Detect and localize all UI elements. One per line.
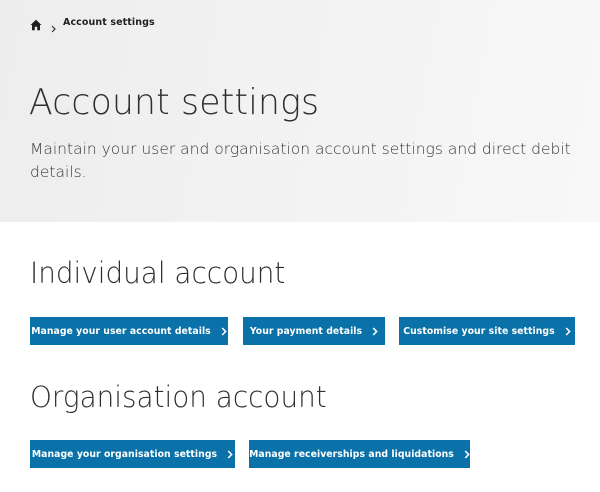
page-description: Maintain your user and organisation acco… <box>30 140 571 181</box>
button-label: Manage your user account details <box>31 325 211 337</box>
breadcrumb-current: Account settings <box>63 16 155 28</box>
chevron-right-icon <box>221 326 227 336</box>
home-icon[interactable] <box>30 16 42 31</box>
chevron-right-icon <box>464 449 470 459</box>
button-label: Manage receiverships and liquidations <box>249 448 454 460</box>
manage-receiverships-button[interactable]: Manage receiverships and liquidations <box>249 440 470 468</box>
button-label: Manage your organisation settings <box>31 448 218 460</box>
chevron-right-icon <box>565 326 571 336</box>
payment-details-button[interactable]: Your payment details <box>243 317 385 345</box>
page-title: Account settings <box>29 82 320 123</box>
customise-site-settings-button[interactable]: Customise your site settings <box>399 317 575 345</box>
page-header: Account settings Account settings Mainta… <box>0 0 600 222</box>
individual-account-heading: Individual account <box>30 256 286 290</box>
chevron-right-icon <box>227 449 233 459</box>
organisation-account-heading: Organisation account <box>30 380 327 414</box>
breadcrumb: Account settings <box>30 13 155 33</box>
manage-user-account-button[interactable]: Manage your user account details <box>30 317 228 345</box>
breadcrumb-separator-icon <box>51 18 56 33</box>
manage-organisation-settings-button[interactable]: Manage your organisation settings <box>30 440 235 468</box>
button-label: Your payment details <box>249 325 363 337</box>
chevron-right-icon <box>372 326 378 336</box>
button-label: Customise your site settings <box>403 325 555 337</box>
